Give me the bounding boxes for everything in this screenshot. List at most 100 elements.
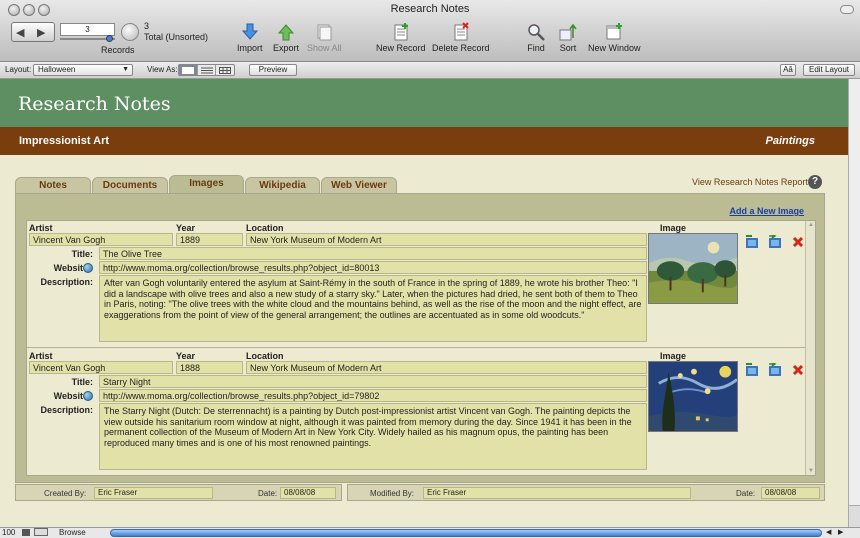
- total-unsorted-label: Total (Unsorted): [144, 32, 209, 42]
- year-field[interactable]: 1889: [176, 233, 243, 246]
- modified-by-field[interactable]: Eric Fraser: [423, 487, 691, 499]
- location-field[interactable]: New York Museum of Modern Art: [246, 361, 647, 374]
- export-button[interactable]: Export: [273, 22, 299, 53]
- starry-night-image[interactable]: [648, 361, 738, 432]
- zoom-level[interactable]: 100: [2, 528, 15, 537]
- replace-image-icon[interactable]: [768, 235, 782, 249]
- modified-by-label: Modified By:: [370, 489, 415, 498]
- tab-wikipedia[interactable]: Wikipedia: [245, 177, 320, 193]
- created-by-label: Created By:: [44, 489, 87, 498]
- location-field[interactable]: New York Museum of Modern Art: [246, 233, 647, 246]
- type-field[interactable]: Paintings: [765, 135, 815, 147]
- export-icon: [277, 24, 295, 41]
- scroll-arrows[interactable]: [849, 505, 860, 527]
- new-record-icon: [394, 23, 408, 41]
- sort-icon: [559, 23, 577, 41]
- title-field[interactable]: The Olive Tree: [99, 247, 647, 260]
- replace-image-icon[interactable]: [768, 363, 782, 377]
- view-image-icon[interactable]: [745, 363, 759, 377]
- form-view-icon[interactable]: [179, 65, 198, 75]
- description-label: Description:: [40, 405, 93, 415]
- created-by-field[interactable]: Eric Fraser: [94, 487, 213, 499]
- add-new-image-link[interactable]: Add a New Image: [729, 206, 804, 216]
- year-field[interactable]: 1888: [176, 361, 243, 374]
- delete-image-icon[interactable]: [791, 363, 805, 377]
- scroll-left-icon[interactable]: ◀: [826, 528, 831, 536]
- created-date-field[interactable]: 08/08/08: [280, 487, 336, 499]
- show-all-icon: [317, 24, 332, 41]
- description-field[interactable]: After van Gogh voluntarily entered the a…: [99, 275, 647, 342]
- row-divider: [27, 347, 806, 348]
- portal-scrollbar[interactable]: ▲ ▼: [805, 221, 815, 475]
- tab-documents[interactable]: Documents: [92, 177, 168, 193]
- globe-icon[interactable]: [83, 391, 93, 401]
- new-window-icon: [606, 23, 623, 40]
- edit-layout-button[interactable]: Edit Layout: [803, 64, 855, 76]
- description-label: Description:: [40, 277, 93, 287]
- title-label: Title:: [71, 249, 93, 259]
- next-record-icon[interactable]: ▶: [37, 26, 45, 39]
- show-all-label: Show All: [307, 43, 342, 53]
- tab-images[interactable]: Images: [169, 175, 244, 193]
- preview-button[interactable]: Preview: [249, 64, 297, 76]
- website-field[interactable]: http://www.moma.org/collection/browse_re…: [99, 389, 647, 402]
- export-label: Export: [273, 43, 300, 53]
- horizontal-scrollbar[interactable]: [110, 529, 822, 537]
- olive-tree-image[interactable]: [648, 233, 738, 304]
- view-as-segmented-control[interactable]: [178, 64, 235, 76]
- layout-select[interactable]: Halloween ▼: [33, 64, 133, 76]
- artist-field[interactable]: Vincent Van Gogh: [29, 361, 173, 374]
- delete-image-icon[interactable]: [791, 235, 805, 249]
- window-title: Research Notes: [390, 3, 470, 15]
- record-pie-indicator: [121, 23, 139, 41]
- app-title: Research Notes: [18, 93, 171, 115]
- title-field[interactable]: Starry Night: [99, 375, 647, 388]
- current-record-field[interactable]: 3: [60, 23, 115, 36]
- layout-content: Research Notes Impressionist Art Paintin…: [0, 79, 848, 527]
- record-navigator[interactable]: ◀ ▶: [11, 22, 55, 42]
- find-label: Find: [527, 43, 545, 53]
- view-image-icon[interactable]: [745, 235, 759, 249]
- layout-select-value: Halloween: [38, 65, 76, 74]
- record-slider-knob[interactable]: [106, 35, 113, 42]
- records-label: Records: [101, 45, 135, 55]
- tab-web-viewer[interactable]: Web Viewer: [321, 177, 397, 193]
- scroll-up-icon[interactable]: ▲: [808, 222, 814, 228]
- window-vertical-scrollbar[interactable]: [848, 79, 860, 527]
- website-field[interactable]: http://www.moma.org/collection/browse_re…: [99, 261, 647, 274]
- description-field[interactable]: The Starry Night (Dutch: De sterrennacht…: [99, 403, 647, 470]
- show-all-button[interactable]: Show All: [307, 22, 342, 53]
- import-button[interactable]: Import: [237, 22, 263, 53]
- new-record-button[interactable]: New Record: [376, 22, 426, 53]
- scroll-down-icon[interactable]: ▼: [808, 468, 814, 474]
- zoom-out-icon[interactable]: [22, 529, 30, 536]
- mode-label[interactable]: Browse: [59, 528, 86, 537]
- new-window-button[interactable]: New Window: [588, 22, 641, 53]
- view-report-link[interactable]: View Research Notes Report: [692, 177, 808, 187]
- table-view-icon[interactable]: [216, 65, 234, 75]
- toggle-status-area-icon[interactable]: [34, 528, 48, 536]
- chevron-down-icon: ▼: [122, 66, 129, 73]
- image-column-header: Image: [660, 351, 687, 361]
- previous-record-icon[interactable]: ◀: [16, 26, 24, 39]
- layout-bar: Layout: Halloween ▼ View As: Preview Aâ …: [0, 62, 860, 79]
- modified-date-label: Date:: [736, 489, 756, 498]
- image-column-header: Image: [660, 223, 687, 233]
- text-size-button[interactable]: Aâ: [780, 64, 796, 76]
- delete-record-button[interactable]: Delete Record: [432, 22, 490, 53]
- list-view-icon[interactable]: [198, 65, 217, 75]
- tab-notes[interactable]: Notes: [15, 177, 91, 193]
- toolbar-toggle-button[interactable]: [840, 5, 854, 14]
- artist-field[interactable]: Vincent Van Gogh: [29, 233, 173, 246]
- category-field[interactable]: Impressionist Art: [19, 135, 109, 147]
- help-icon[interactable]: ?: [808, 175, 822, 189]
- globe-icon[interactable]: [83, 263, 93, 273]
- delete-record-icon: [454, 22, 469, 41]
- sort-button[interactable]: Sort: [558, 22, 578, 53]
- year-column-header: Year: [176, 223, 196, 233]
- scroll-right-icon[interactable]: ▶: [838, 528, 843, 536]
- new-record-label: New Record: [376, 43, 426, 53]
- modified-date-field[interactable]: 08/08/08: [761, 487, 820, 499]
- find-button[interactable]: Find: [526, 22, 546, 53]
- modified-info: Modified By: Eric Fraser Date: 08/08/08: [347, 484, 825, 501]
